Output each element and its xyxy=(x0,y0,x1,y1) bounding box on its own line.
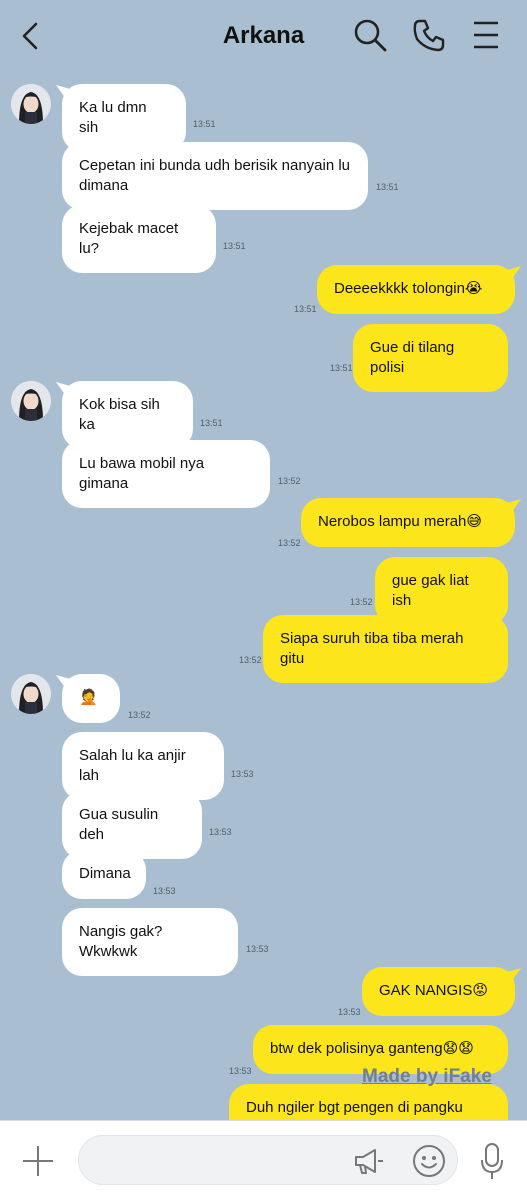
received-message-bubble[interactable]: Gua susulin deh xyxy=(62,791,202,859)
message-timestamp: 13:53 xyxy=(231,769,254,779)
emoji-icon xyxy=(413,1145,445,1177)
mic-button[interactable] xyxy=(480,1141,504,1181)
message-timestamp: 13:53 xyxy=(209,827,232,837)
contact-avatar[interactable] xyxy=(11,84,51,124)
sent-message-bubble[interactable]: Deeeekkkk tolongin😭 xyxy=(317,265,515,314)
message-timestamp: 13:51 xyxy=(376,182,399,192)
sent-message-bubble[interactable]: Duh ngiler bgt pengen di pangku deh xyxy=(229,1084,508,1120)
chat-title: Arkana xyxy=(222,22,305,49)
attach-button[interactable] xyxy=(20,1143,56,1179)
call-button[interactable] xyxy=(411,17,447,53)
sent-message-bubble[interactable]: Siapa suruh tiba tiba merah gitu xyxy=(263,615,508,683)
received-message-bubble[interactable]: Cepetan ini bunda udh berisik nanyain lu… xyxy=(62,142,368,210)
received-message-bubble[interactable]: Kejebak macet lu? xyxy=(62,205,216,273)
input-bar xyxy=(0,1120,527,1201)
message-timestamp: 13:51 xyxy=(193,119,216,129)
received-message-bubble[interactable]: Salah lu ka anjir lah xyxy=(62,732,224,800)
message-timestamp: 13:53 xyxy=(338,1007,361,1017)
received-message-bubble[interactable]: Lu bawa mobil nya gimana xyxy=(62,440,270,508)
message-timestamp: 13:51 xyxy=(223,241,246,251)
sent-message-bubble[interactable]: GAK NANGIS😡 xyxy=(362,967,515,1016)
received-message-bubble[interactable]: 🤦 xyxy=(62,674,120,723)
emoji-button[interactable] xyxy=(411,1143,447,1179)
chat-header: Arkana xyxy=(0,0,527,74)
contact-avatar-image xyxy=(11,381,51,421)
received-message-bubble[interactable]: Dimana xyxy=(62,850,146,899)
contact-avatar[interactable] xyxy=(11,381,51,421)
message-timestamp: 13:51 xyxy=(294,304,317,314)
received-message-bubble[interactable]: Kok bisa sih ka xyxy=(62,381,193,449)
message-timestamp: 13:53 xyxy=(246,944,269,954)
phone-icon xyxy=(413,19,445,52)
menu-icon xyxy=(474,21,498,49)
message-timestamp: 13:52 xyxy=(278,476,301,486)
message-timestamp: 13:52 xyxy=(350,597,373,607)
message-timestamp: 13:52 xyxy=(239,655,262,665)
plus-icon xyxy=(23,1146,53,1176)
contact-avatar-image xyxy=(11,674,51,714)
megaphone-icon xyxy=(355,1149,383,1174)
message-timestamp: 13:53 xyxy=(229,1066,252,1076)
microphone-icon xyxy=(481,1143,503,1179)
contact-avatar-image xyxy=(11,84,51,124)
search-button[interactable] xyxy=(352,17,388,53)
message-timestamp: 13:52 xyxy=(128,710,151,720)
sent-message-bubble[interactable]: Gue di tilang polisi xyxy=(353,324,508,392)
chat-messages[interactable]: Ka lu dmn sih 13:51 Cepetan ini bunda udh … xyxy=(0,74,527,1120)
contact-avatar[interactable] xyxy=(11,674,51,714)
message-input[interactable] xyxy=(78,1135,458,1185)
message-timestamp: 13:52 xyxy=(278,538,301,548)
watermark: Made by iFake xyxy=(362,1066,492,1087)
message-timestamp: 13:51 xyxy=(330,363,353,373)
message-timestamp: 13:53 xyxy=(153,886,176,896)
menu-button[interactable] xyxy=(470,17,502,53)
megaphone-button[interactable] xyxy=(353,1147,385,1177)
message-timestamp: 13:51 xyxy=(200,418,223,428)
search-icon xyxy=(354,19,387,52)
received-message-bubble[interactable]: Nangis gak? Wkwkwk xyxy=(62,908,238,976)
sent-message-bubble[interactable]: Nerobos lampu merah😅 xyxy=(301,498,515,547)
